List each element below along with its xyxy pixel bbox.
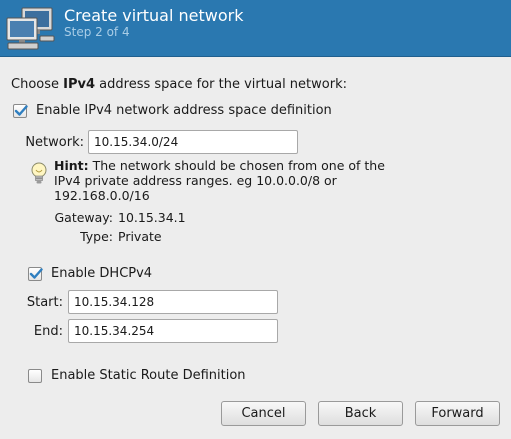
enable-static-route-checkbox[interactable] xyxy=(28,369,42,383)
gateway-label: Gateway: xyxy=(54,210,113,225)
enable-dhcp-checkbox[interactable] xyxy=(28,267,43,281)
forward-button[interactable]: Forward xyxy=(415,401,500,426)
prompt-bold: IPv4 xyxy=(63,77,96,92)
wizard-title: Create virtual network xyxy=(64,6,244,25)
checkmark-icon xyxy=(29,268,43,279)
lightbulb-icon xyxy=(31,162,47,184)
dhcp-start-label: Start: xyxy=(26,295,63,310)
network-input[interactable] xyxy=(88,130,298,154)
network-computers-icon xyxy=(6,7,55,50)
prompt-suffix: address space for the virtual network: xyxy=(95,77,347,92)
ipv4-prompt: Choose IPv4 address space for the virtua… xyxy=(11,77,347,92)
enable-ipv4-checkbox[interactable] xyxy=(13,104,28,118)
dhcp-end-label: End: xyxy=(33,324,63,339)
hint-text: Hint: The network should be chosen from … xyxy=(54,158,399,203)
dhcp-start-input[interactable] xyxy=(68,290,278,314)
wizard-step: Step 2 of 4 xyxy=(64,25,130,39)
checkmark-icon xyxy=(14,105,28,116)
gateway-value: 10.15.34.1 xyxy=(118,210,186,225)
cancel-button[interactable]: Cancel xyxy=(221,401,306,426)
wizard-header: Create virtual network Step 2 of 4 xyxy=(0,0,511,57)
enable-static-route-label[interactable]: Enable Static Route Definition xyxy=(51,368,246,383)
back-button[interactable]: Back xyxy=(318,401,403,426)
enable-dhcp-label[interactable]: Enable DHCPv4 xyxy=(51,266,152,281)
type-label: Type: xyxy=(80,229,113,244)
hint-title: Hint: xyxy=(54,158,89,173)
enable-ipv4-label[interactable]: Enable IPv4 network address space defini… xyxy=(36,103,332,118)
prompt-prefix: Choose xyxy=(11,77,64,92)
type-value: Private xyxy=(118,229,162,244)
network-label: Network: xyxy=(25,135,84,150)
dhcp-end-input[interactable] xyxy=(68,319,278,343)
hint-body: The network should be chosen from one of… xyxy=(54,158,385,203)
